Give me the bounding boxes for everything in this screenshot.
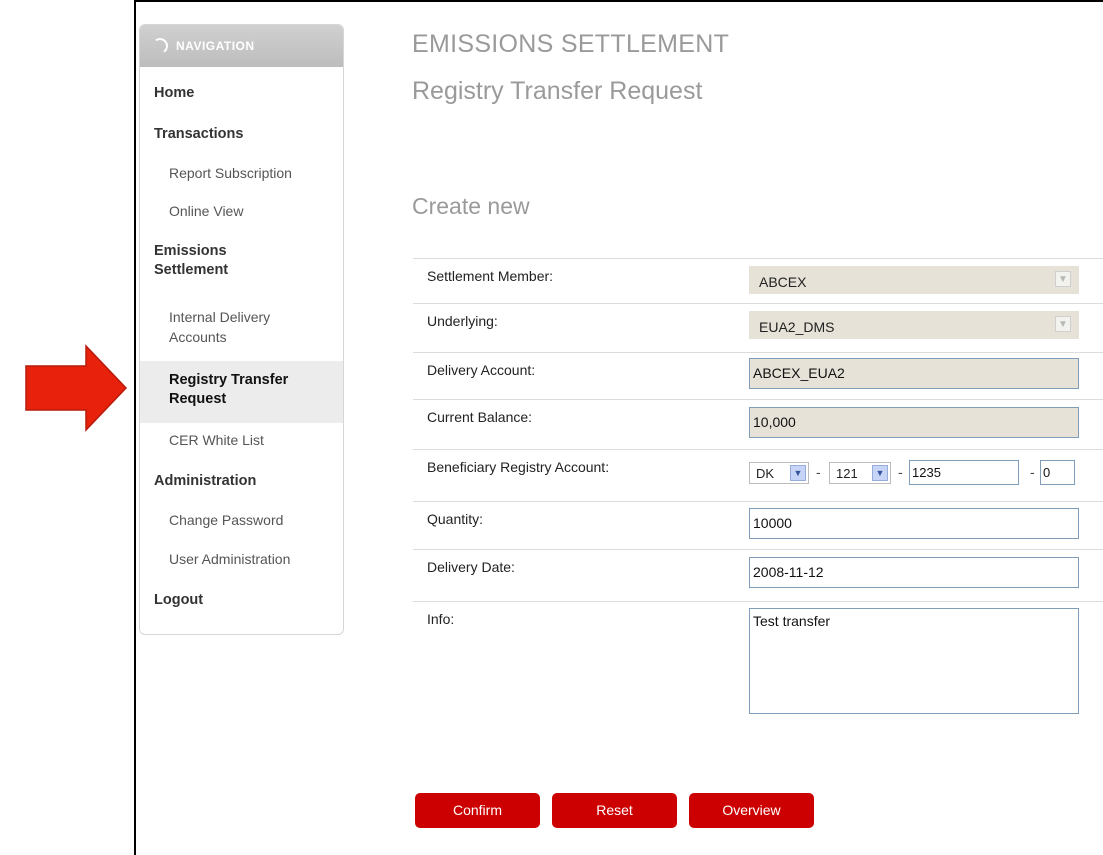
beneficiary-label: Beneficiary Registry Account: (427, 459, 610, 475)
nav-item-emissions-settlement[interactable]: Emissions Settlement (140, 242, 343, 280)
chevron-down-icon: ▼ (790, 465, 806, 481)
info-textarea[interactable]: Test transfer (749, 608, 1079, 714)
settlement-member-value: ABCEX (759, 274, 807, 290)
separator: - (1030, 464, 1035, 480)
delivery-account-label: Delivery Account: (427, 362, 536, 378)
registry-account-input[interactable]: 1235 (909, 460, 1019, 485)
quantity-label: Quantity: (427, 511, 484, 527)
delivery-date-label: Delivery Date: (427, 559, 515, 575)
current-balance-row: Current Balance: 10,000 (413, 399, 1103, 449)
pointer-arrow-icon (25, 344, 128, 432)
navigation-icon (150, 36, 170, 56)
chevron-down-icon: ▼ (1055, 271, 1071, 287)
navigation-title: NAVIGATION (176, 39, 255, 53)
chevron-down-icon: ▼ (872, 465, 888, 481)
registry-code-select[interactable]: 121 ▼ (829, 462, 891, 484)
separator: - (816, 464, 821, 480)
reset-button[interactable]: Reset (552, 793, 677, 828)
page-subtitle: Registry Transfer Request (412, 77, 703, 105)
nav-item-user-administration[interactable]: User Administration (140, 551, 343, 567)
nav-item-cer-white-list[interactable]: CER White List (140, 432, 343, 448)
nav-item-logout[interactable]: Logout (140, 592, 343, 608)
country-code-select[interactable]: DK ▼ (749, 462, 809, 484)
quantity-row: Quantity: 10000 (413, 501, 1103, 549)
nav-item-registry-transfer-request[interactable]: Registry Transfer Request (140, 361, 343, 423)
page-title: EMISSIONS SETTLEMENT (412, 30, 730, 58)
underlying-label: Underlying: (427, 313, 498, 329)
separator: - (898, 464, 903, 480)
underlying-row: Underlying: EUA2_DMS ▼ (413, 303, 1103, 352)
navigation-header: NAVIGATION (140, 25, 343, 67)
overview-button[interactable]: Overview (689, 793, 814, 828)
info-row: Info: Test transfer (413, 601, 1103, 721)
delivery-account-field[interactable]: ABCEX_EUA2 (749, 358, 1079, 389)
registry-code-value: 121 (836, 466, 858, 481)
delivery-account-row: Delivery Account: ABCEX_EUA2 (413, 352, 1103, 399)
navigation-sidebar: NAVIGATION Home Transactions Report Subs… (139, 24, 344, 635)
settlement-member-label: Settlement Member: (427, 268, 554, 284)
nav-item-transactions[interactable]: Transactions (140, 126, 343, 142)
underlying-select[interactable]: EUA2_DMS ▼ (749, 311, 1079, 339)
delivery-date-input[interactable]: 2008-11-12 (749, 557, 1079, 588)
nav-item-report-subscription[interactable]: Report Subscription (140, 165, 343, 181)
nav-item-internal-delivery-accounts[interactable]: Internal Delivery Accounts (140, 307, 343, 347)
check-digit-input[interactable]: 0 (1040, 460, 1075, 485)
current-balance-field[interactable]: 10,000 (749, 407, 1079, 438)
nav-item-home[interactable]: Home (140, 85, 343, 101)
nav-item-change-password[interactable]: Change Password (140, 512, 343, 528)
info-label: Info: (427, 611, 455, 627)
delivery-date-row: Delivery Date: 2008-11-12 (413, 549, 1103, 601)
quantity-input[interactable]: 10000 (749, 508, 1079, 539)
section-title: Create new (412, 193, 530, 219)
settlement-member-row: Settlement Member: ABCEX ▼ (413, 258, 1103, 303)
nav-item-online-view[interactable]: Online View (140, 203, 343, 219)
beneficiary-row: Beneficiary Registry Account: DK ▼ - 121… (413, 449, 1103, 501)
current-balance-label: Current Balance: (427, 409, 533, 425)
underlying-value: EUA2_DMS (759, 319, 835, 335)
nav-item-administration[interactable]: Administration (140, 473, 343, 489)
settlement-member-select[interactable]: ABCEX ▼ (749, 266, 1079, 294)
confirm-button[interactable]: Confirm (415, 793, 540, 828)
chevron-down-icon: ▼ (1055, 316, 1071, 332)
country-code-value: DK (756, 466, 775, 481)
